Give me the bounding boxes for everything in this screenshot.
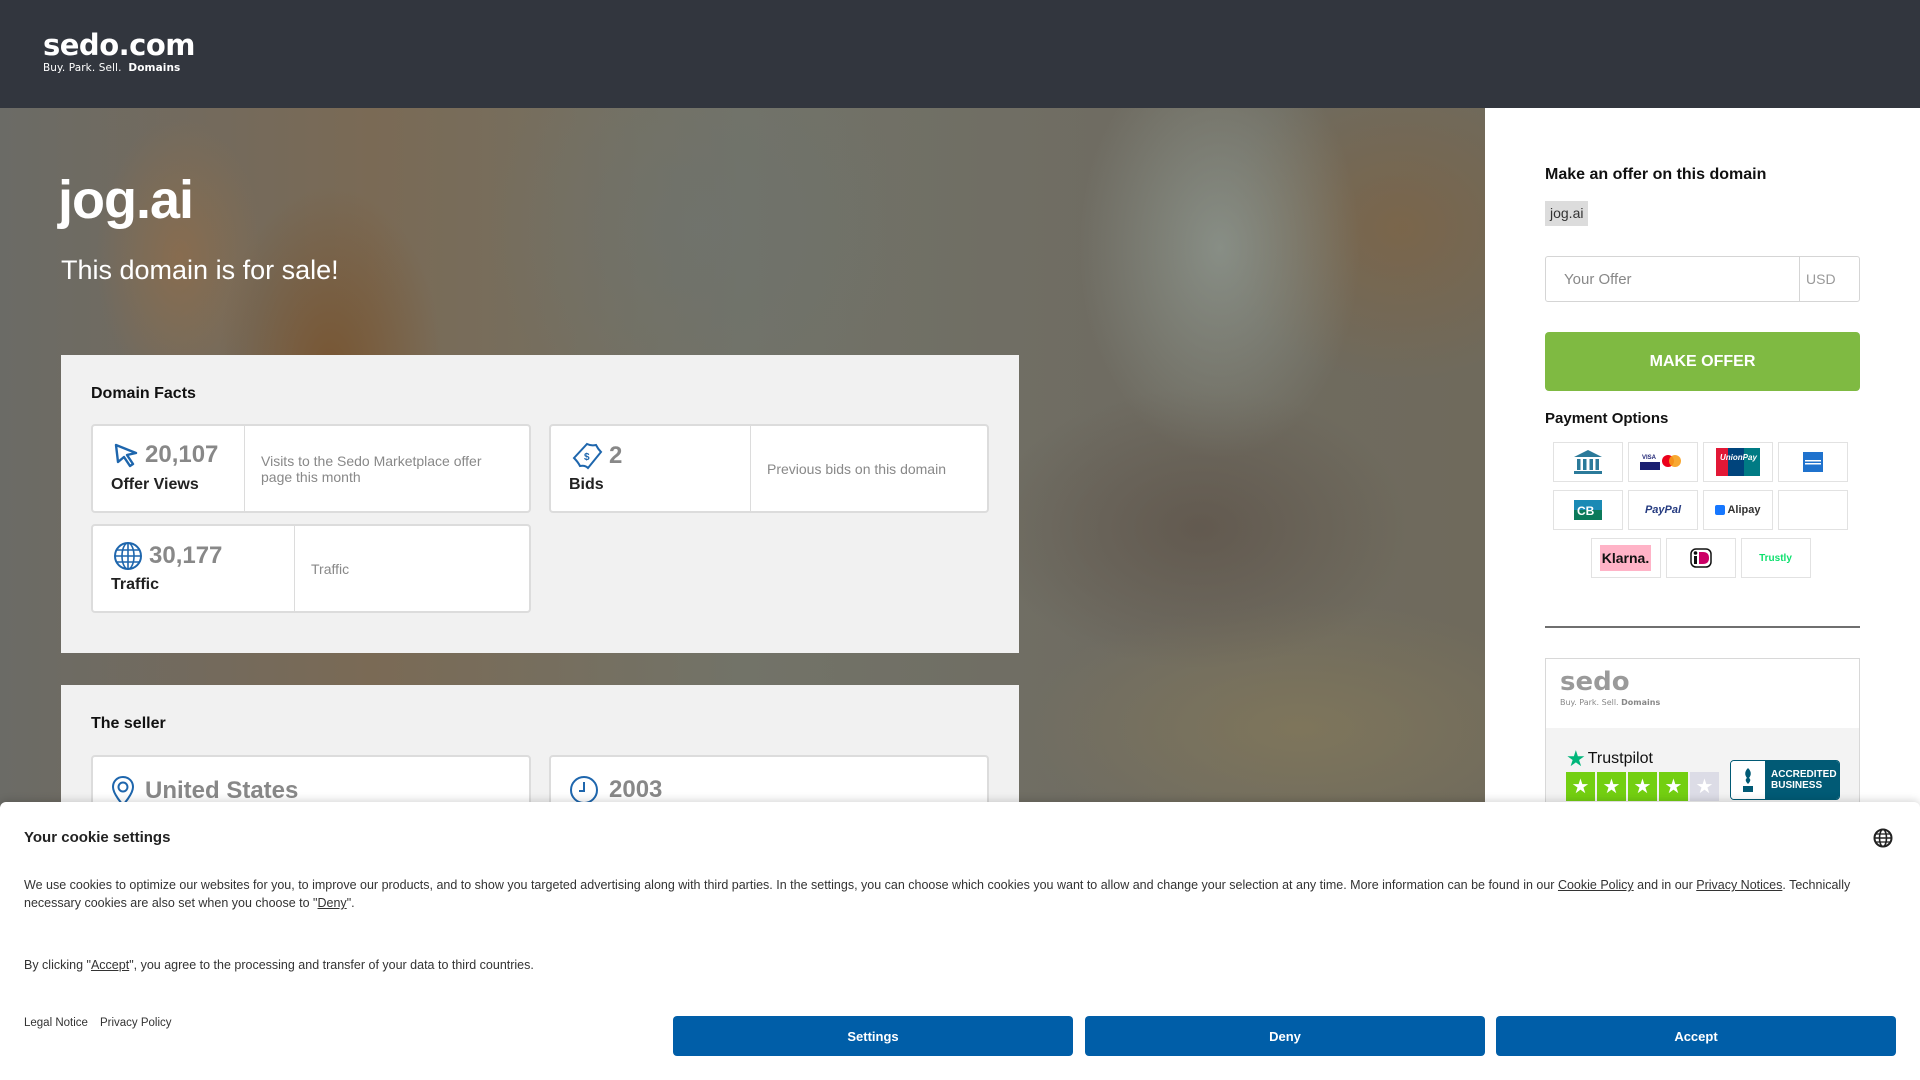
svg-text:VISA: VISA [1642, 455, 1657, 461]
payment-paypal: PayPal [1628, 490, 1698, 530]
deny-inline-link[interactable]: Deny [318, 896, 347, 910]
payment-trustly: Trustly [1740, 538, 1811, 578]
cursor-icon [114, 443, 138, 468]
payment-options-grid: VISA UnionPay CB PayPal Alipay Klarna. T… [1553, 442, 1848, 586]
cookie-description: We use cookies to optimize our websites … [24, 878, 1851, 910]
make-offer-heading: Make an offer on this domain [1545, 166, 1767, 183]
make-offer-button[interactable]: MAKE OFFER [1545, 332, 1860, 391]
domain-title: jog.ai [58, 170, 194, 230]
trustpilot-rating: ★ ★ ★ ★ ★ [1566, 772, 1719, 801]
trustpilot-badge[interactable]: ★ Trustpilot [1566, 748, 1653, 770]
cookie-deny-button[interactable]: Deny [1085, 1016, 1485, 1056]
offer-views-label: Offer Views [111, 476, 199, 493]
globe-icon [114, 542, 142, 570]
bids-label: Bids [569, 476, 604, 493]
payment-options-title: Payment Options [1545, 410, 1669, 427]
fact-offer-views: 20,107 Offer Views Visits to the Sedo Ma… [91, 424, 531, 513]
traffic-label: Traffic [111, 576, 160, 593]
for-sale-subtitle: This domain is for sale! [61, 255, 339, 285]
svg-text:$: $ [584, 452, 590, 463]
rating-star-empty-icon: ★ [1690, 772, 1719, 801]
amex-icon [1803, 452, 1823, 472]
visa-mastercard-icon: VISA [1640, 455, 1681, 470]
svg-text:CB: CB [1577, 504, 1595, 518]
bbb-line1: ACCREDITED [1771, 769, 1837, 780]
language-globe-icon[interactable] [1873, 828, 1893, 848]
bank-icon [1574, 450, 1602, 474]
bbb-accredited-badge[interactable]: ACCREDITED BUSINESS [1730, 760, 1840, 800]
currency-label: USD [1799, 257, 1859, 301]
payment-unionpay: UnionPay [1703, 442, 1773, 482]
domain-facts-title: Domain Facts [91, 385, 196, 402]
cookie-policy-link[interactable]: Cookie Policy [1558, 878, 1634, 892]
payment-klarna: Klarna. [1590, 538, 1661, 578]
paypal-logo: PayPal [1644, 504, 1682, 516]
cookie-banner: Your cookie settings We use cookies to o… [0, 802, 1920, 1080]
accept-inline-link[interactable]: Accept [91, 958, 129, 972]
sedo-trust-tagline: Buy. Park. Sell. Domains [1560, 698, 1661, 707]
payment-ideal [1665, 538, 1736, 578]
svg-text:UnionPay: UnionPay [1720, 453, 1757, 462]
bids-value: 2 [609, 442, 623, 469]
sidebar-divider [1545, 626, 1860, 628]
bbb-line2: BUSINESS [1771, 780, 1823, 791]
alipay-icon [1715, 505, 1726, 515]
trustly-logo: Trustly [1759, 552, 1792, 564]
seller-country: United States [145, 777, 299, 804]
traffic-value: 30,177 [149, 542, 223, 569]
bbb-torch-icon [1743, 768, 1753, 792]
rating-star-icon: ★ [1597, 772, 1626, 801]
payment-visa-mastercard: VISA [1628, 442, 1698, 482]
sedo-trust-logo: sedo [1560, 667, 1630, 697]
cookie-title: Your cookie settings [24, 829, 171, 846]
payment-amex [1778, 442, 1848, 482]
rating-star-icon: ★ [1628, 772, 1657, 801]
domain-chip: jog.ai [1545, 201, 1589, 226]
cookie-accept-button[interactable]: Accept [1496, 1016, 1896, 1056]
offer-amount-input[interactable] [1546, 257, 1799, 301]
top-header: sedo.com Buy. Park. Sell. Domains [0, 0, 1920, 108]
privacy-notices-link[interactable]: Privacy Notices [1696, 878, 1782, 892]
cookie-footer-links: Legal Notice Privacy Policy [24, 1017, 172, 1029]
offer-views-value: 20,107 [145, 441, 219, 468]
ideal-icon [1689, 548, 1712, 568]
payment-empty [1778, 490, 1848, 530]
rating-star-icon: ★ [1659, 772, 1688, 801]
seller-since-year: 2003 [609, 776, 663, 803]
rating-star-icon: ★ [1566, 772, 1595, 801]
bids-description: Previous bids on this domain [767, 460, 946, 477]
trustpilot-star-icon: ★ [1566, 746, 1586, 771]
payment-alipay: Alipay [1703, 490, 1773, 530]
trustpilot-label: Trustpilot [1587, 750, 1653, 767]
cookie-consent-note: By clicking "Accept", you agree to the p… [24, 958, 534, 972]
traffic-description: Traffic [311, 560, 350, 577]
money-tag-icon: $ [572, 442, 603, 470]
payment-cb: CB [1553, 490, 1623, 530]
legal-notice-link[interactable]: Legal Notice [24, 1017, 88, 1029]
logo-tagline: Buy. Park. Sell. Domains [43, 62, 181, 74]
sedo-logo[interactable]: sedo.com Buy. Park. Sell. Domains [43, 30, 195, 74]
offer-field: USD [1545, 256, 1860, 302]
payment-bank-transfer [1553, 442, 1623, 482]
fact-bids: $ 2 Bids Previous bids on this domain [549, 424, 989, 513]
privacy-policy-link[interactable]: Privacy Policy [100, 1017, 172, 1029]
unionpay-icon: UnionPay [1716, 448, 1760, 476]
offer-views-description: Visits to the Sedo Marketplace offer pag… [261, 452, 482, 485]
fact-traffic: 30,177 Traffic Traffic [91, 524, 531, 613]
logo-wordmark: sedo.com [43, 28, 195, 62]
cb-icon: CB [1574, 500, 1602, 520]
clock-icon [570, 776, 598, 804]
alipay-logo: Alipay [1727, 504, 1761, 516]
domain-facts-card: Domain Facts 20,107 Offer Views Visits t… [61, 355, 1019, 653]
cookie-settings-button[interactable]: Settings [673, 1016, 1073, 1056]
seller-title: The seller [91, 715, 166, 732]
klarna-logo: Klarna. [1599, 545, 1652, 571]
